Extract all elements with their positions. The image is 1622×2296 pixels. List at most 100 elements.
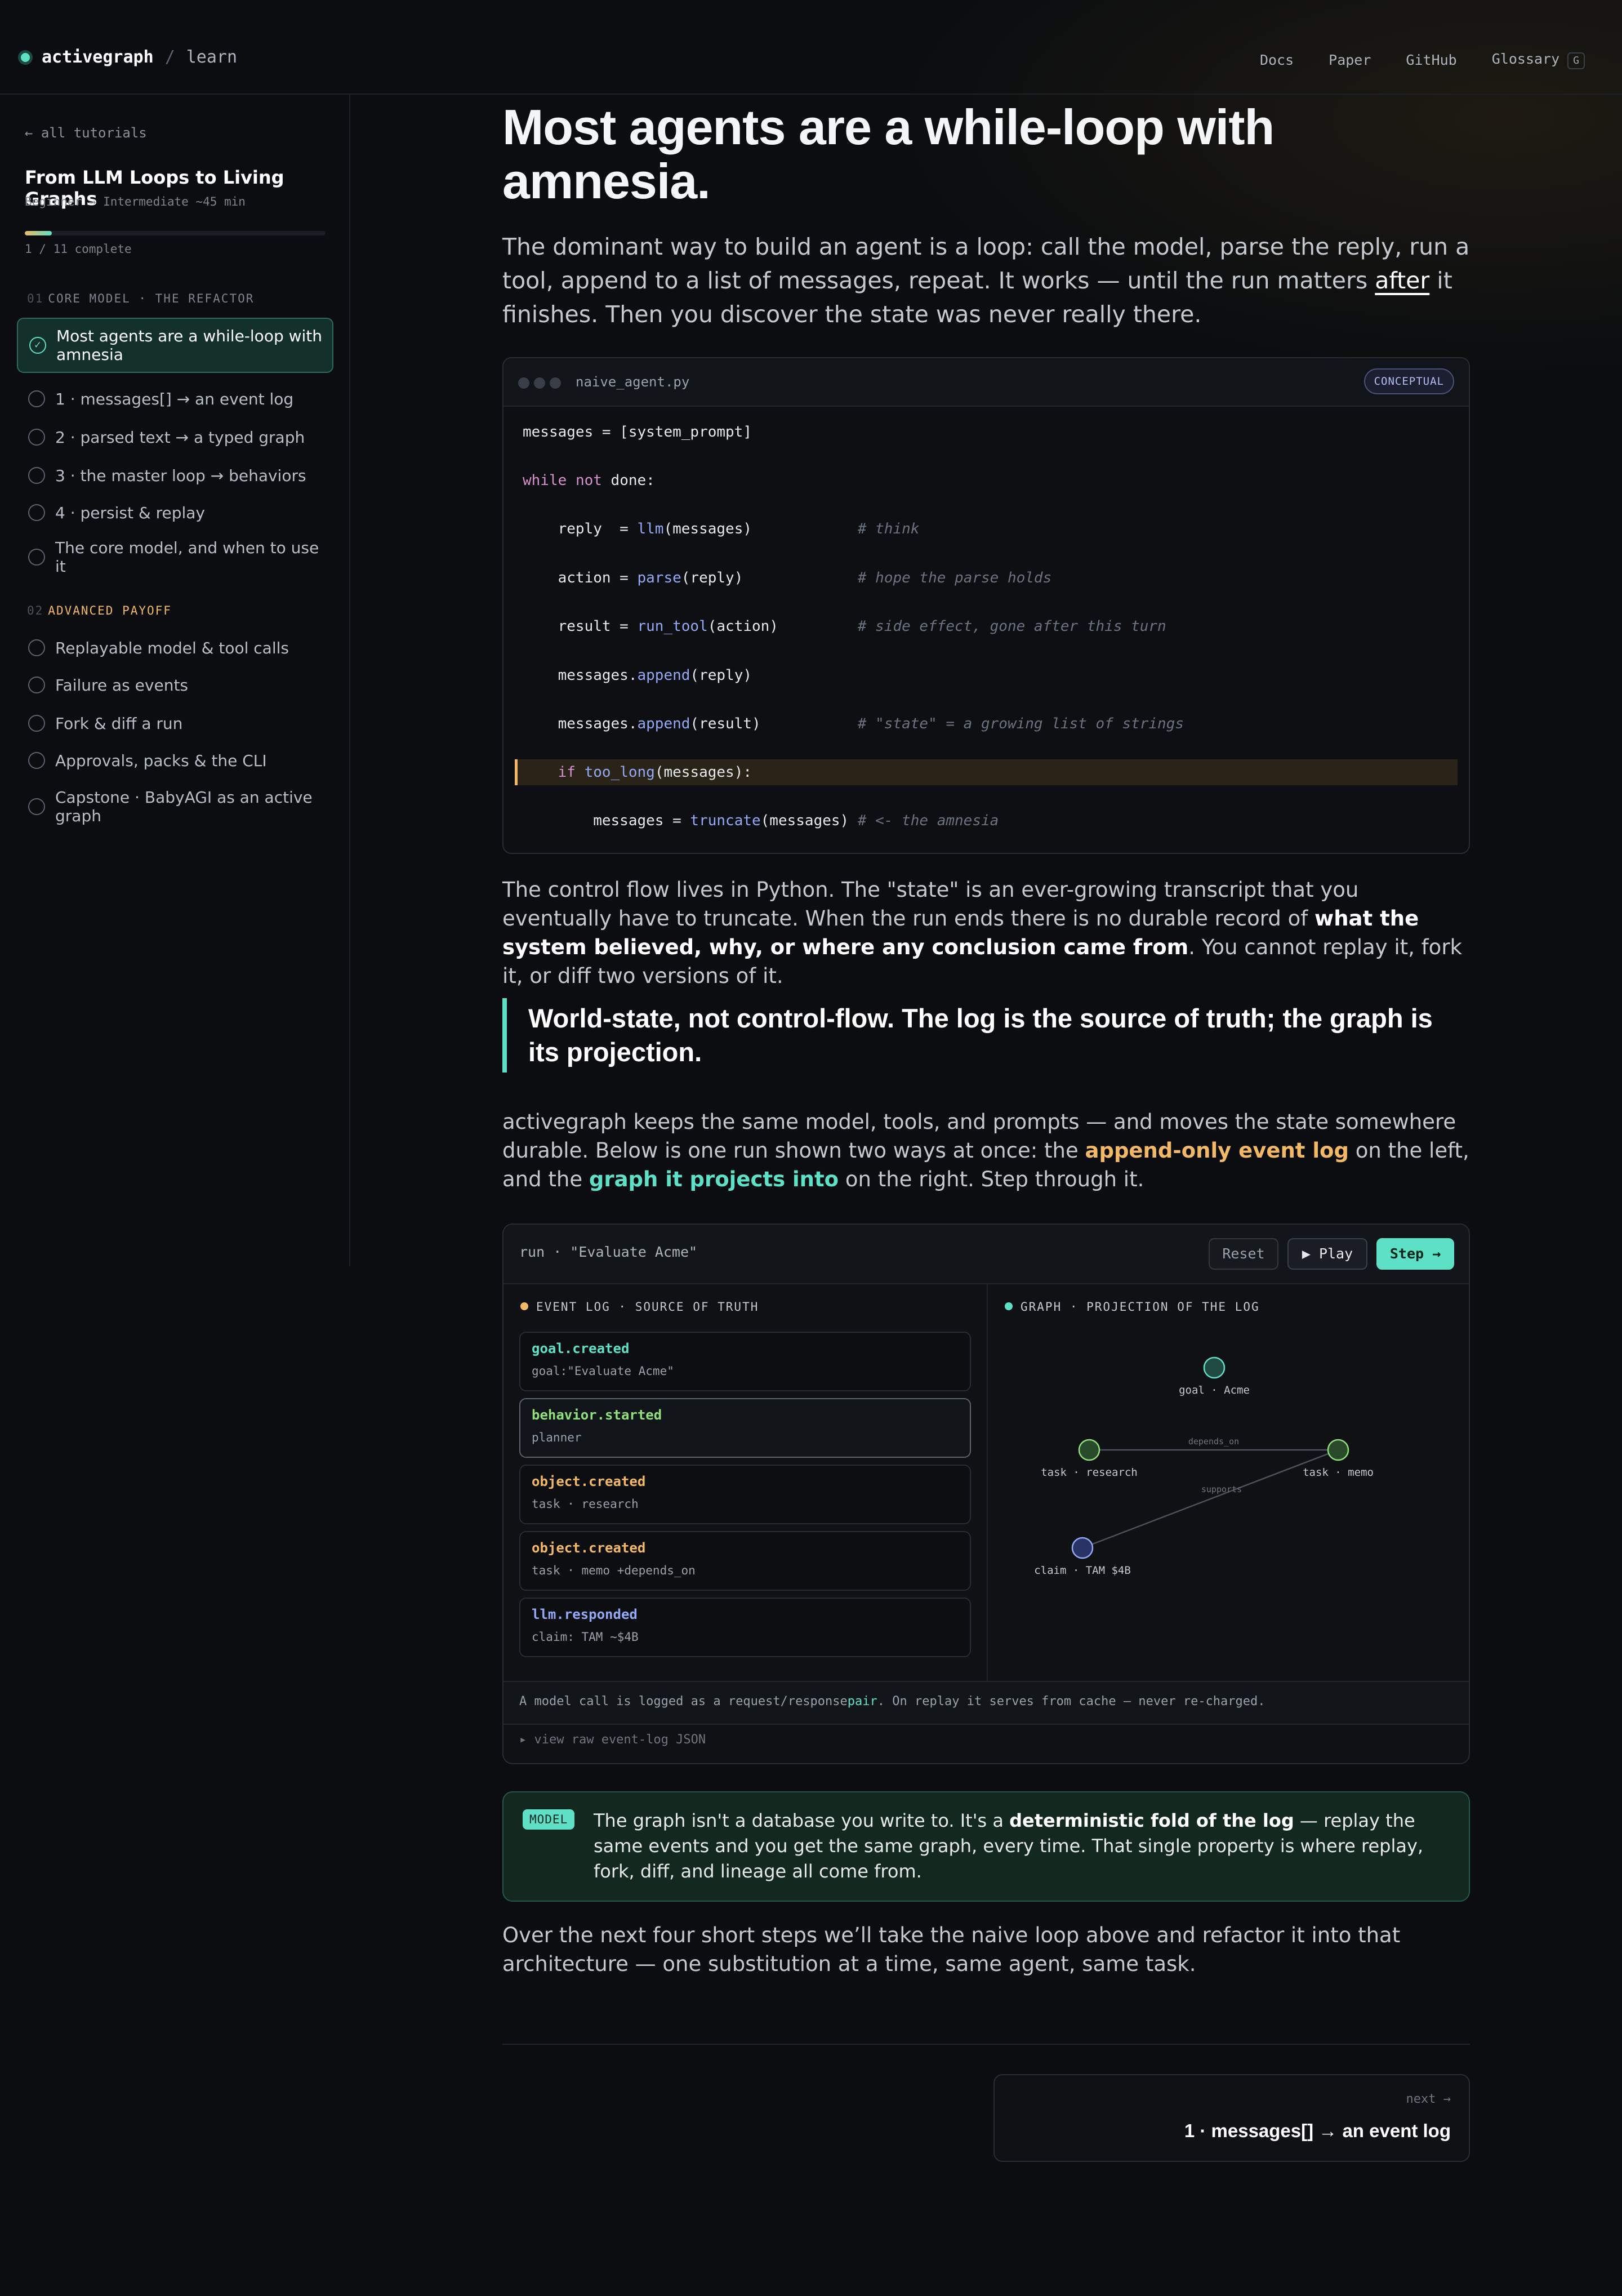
sidebar-item-label: Replayable model & tool calls	[55, 638, 289, 657]
code-line: action = parse(reply) # hope the parse h…	[523, 569, 1052, 586]
intro-paragraph: activegraph keeps the same model, tools,…	[502, 1107, 1470, 1194]
event-payload: task · memo +depends_on	[532, 1564, 696, 1577]
sidebar-item-label: Fork & diff a run	[55, 714, 183, 733]
incomplete-circle-icon	[28, 504, 45, 521]
event-card[interactable]: behavior.started planner	[519, 1398, 971, 1458]
incomplete-circle-icon	[28, 798, 45, 815]
model-chip: MODEL	[523, 1809, 575, 1830]
progress-bar	[25, 231, 326, 235]
nav-glossary-link[interactable]: Glossary G	[1492, 51, 1585, 69]
sidebar: ← all tutorials From LLM Loops to Living…	[0, 95, 350, 1266]
event-payload: claim: TAM ~$4B	[532, 1630, 639, 1644]
event-payload: goal:"Evaluate Acme"	[532, 1364, 674, 1378]
section-title: CORE MODEL · THE REFACTOR	[48, 292, 255, 305]
graph-node-goal[interactable]	[1203, 1356, 1226, 1379]
run-viewer-header: run · "Evaluate Acme" Reset ▶ Play Step …	[503, 1225, 1469, 1284]
incomplete-circle-icon	[28, 677, 45, 693]
event-payload: planner	[532, 1431, 582, 1444]
explanation-paragraph: The control flow lives in Python. The "s…	[502, 875, 1470, 990]
code-line: messages = truncate(messages) # <- the a…	[523, 812, 999, 829]
event-type: object.created	[532, 1540, 646, 1556]
code-line: messages.append(result) # "state" = a gr…	[523, 715, 1184, 732]
window-dot-icon	[534, 377, 545, 389]
event-card[interactable]: object.created task · memo +depends_on	[519, 1531, 971, 1591]
graph-node-label: goal · Acme	[1179, 1384, 1250, 1396]
code-line: result = run_tool(action) # side effect,…	[523, 618, 1166, 635]
lead-paragraph: The dominant way to build an agent is a …	[502, 230, 1470, 331]
graph-node-label: task · memo	[1303, 1466, 1374, 1479]
event-card[interactable]: object.created task · research	[519, 1465, 971, 1524]
tutorial-meta: Beginner → Intermediate ~45 min	[25, 195, 246, 208]
sidebar-item-persist-replay[interactable]: 4 · persist & replay	[17, 495, 333, 531]
sidebar-item-approvals-cli[interactable]: Approvals, packs & the CLI	[17, 742, 333, 778]
brand-name: activegraph	[42, 47, 154, 67]
sidebar-item-behaviors[interactable]: 3 · the master loop → behaviors	[17, 457, 333, 493]
sidebar-item-capstone[interactable]: Capstone · BabyAGI as an active graph	[17, 781, 333, 833]
graph-node-research[interactable]	[1078, 1439, 1100, 1461]
next-label: next →	[1406, 2092, 1451, 2106]
paragraph-text: The control flow lives in Python. The "s…	[502, 878, 1359, 931]
pull-quote: World-state, not control-flow. The log i…	[502, 998, 1470, 1073]
sidebar-item-label: 3 · the master loop → behaviors	[55, 466, 306, 485]
view-raw-json-toggle[interactable]: ▸ view raw event-log JSON	[519, 1733, 706, 1747]
incomplete-circle-icon	[28, 390, 45, 407]
run-note: A model call is logged as a request/resp…	[519, 1694, 1265, 1708]
sidebar-item-label: Failure as events	[55, 675, 189, 695]
sidebar-item-label: 1 · messages[] → an event log	[55, 389, 294, 408]
graph-edge-label: supports	[1201, 1484, 1242, 1494]
run-note-text: . On replay it serves from cache — never…	[877, 1694, 1265, 1708]
sidebar-item-label: 2 · parsed text → a typed graph	[55, 428, 305, 447]
all-tutorials-link[interactable]: ← all tutorials	[25, 125, 147, 141]
sidebar-item-event-log[interactable]: 1 · messages[] → an event log	[17, 381, 333, 417]
nav-docs-link[interactable]: Docs	[1260, 52, 1294, 68]
event-card[interactable]: goal.created goal:"Evaluate Acme"	[519, 1332, 971, 1391]
brand-section: learn	[186, 47, 238, 67]
sidebar-item-while-loop-amnesia[interactable]: Most agents are a while-loop with amnesi…	[17, 318, 333, 373]
incomplete-circle-icon	[28, 549, 45, 566]
section-number: 02	[27, 604, 44, 617]
closing-paragraph: Over the next four short steps we’ll tak…	[502, 1923, 1401, 1976]
graph-node-memo[interactable]	[1327, 1439, 1349, 1461]
run-note-highlight: pair	[847, 1694, 877, 1708]
code-line: messages = [system_prompt]	[523, 424, 752, 440]
page-title: Most agents are a while-loop with amnesi…	[502, 99, 1275, 209]
sidebar-item-fork-diff[interactable]: Fork & diff a run	[17, 705, 333, 741]
sidebar-item-label: The core model, and when to use it	[55, 539, 319, 576]
lead-emphasis: after	[1375, 267, 1430, 294]
next-lesson-card[interactable]: next → 1 · messages[] → an event log	[993, 2074, 1470, 2162]
sidebar-item-failure-events[interactable]: Failure as events	[17, 667, 333, 703]
nav-paper-link[interactable]: Paper	[1329, 52, 1371, 68]
code-line-highlighted: if too_long(messages):	[515, 759, 1458, 785]
event-type: object.created	[532, 1474, 646, 1489]
reset-button[interactable]: Reset	[1209, 1238, 1278, 1270]
brand-separator: /	[164, 47, 175, 67]
sidebar-item-replayable-calls[interactable]: Replayable model & tool calls	[17, 630, 333, 666]
play-button[interactable]: ▶ Play	[1287, 1238, 1367, 1270]
incomplete-circle-icon	[28, 715, 45, 732]
code-window-header: naive_agent.py CONCEPTUAL	[503, 358, 1469, 407]
event-type: llm.responded	[532, 1607, 638, 1622]
nav-glossary-label: Glossary	[1491, 51, 1560, 67]
sidebar-item-core-model[interactable]: The core model, and when to use it	[17, 532, 333, 582]
glossary-shortcut-key: G	[1567, 52, 1585, 69]
graph-node-claim[interactable]	[1071, 1537, 1094, 1559]
progress-bar-fill	[25, 231, 52, 235]
sidebar-item-typed-graph[interactable]: 2 · parsed text → a typed graph	[17, 419, 333, 455]
run-note-bar: A model call is logged as a request/resp…	[503, 1681, 1469, 1725]
top-nav: Docs Paper GitHub Glossary G	[1225, 51, 1585, 69]
step-button[interactable]: Step →	[1376, 1238, 1454, 1270]
section-label-core-model: 01 CORE MODEL · THE REFACTOR	[27, 292, 254, 305]
pull-quote-text: World-state, not control-flow. The log i…	[528, 1003, 1433, 1067]
model-callout-text: The graph isn't a database you write to.…	[594, 1808, 1450, 1884]
section-label-advanced: 02 ADVANCED PAYOFF	[27, 604, 172, 617]
event-type: behavior.started	[532, 1407, 662, 1423]
event-log-highlight: append-only event log	[1085, 1138, 1349, 1163]
brand[interactable]: activegraph / learn	[18, 47, 237, 67]
event-card[interactable]: llm.responded claim: TAM ~$4B	[519, 1598, 971, 1657]
event-log-label-text: EVENT LOG · SOURCE OF TRUTH	[536, 1300, 759, 1314]
incomplete-circle-icon	[28, 639, 45, 656]
incomplete-circle-icon	[28, 467, 45, 484]
graph-edge-supports	[1082, 1449, 1339, 1549]
nav-github-link[interactable]: GitHub	[1406, 52, 1456, 68]
progress-text: 1 / 11 complete	[25, 242, 132, 256]
